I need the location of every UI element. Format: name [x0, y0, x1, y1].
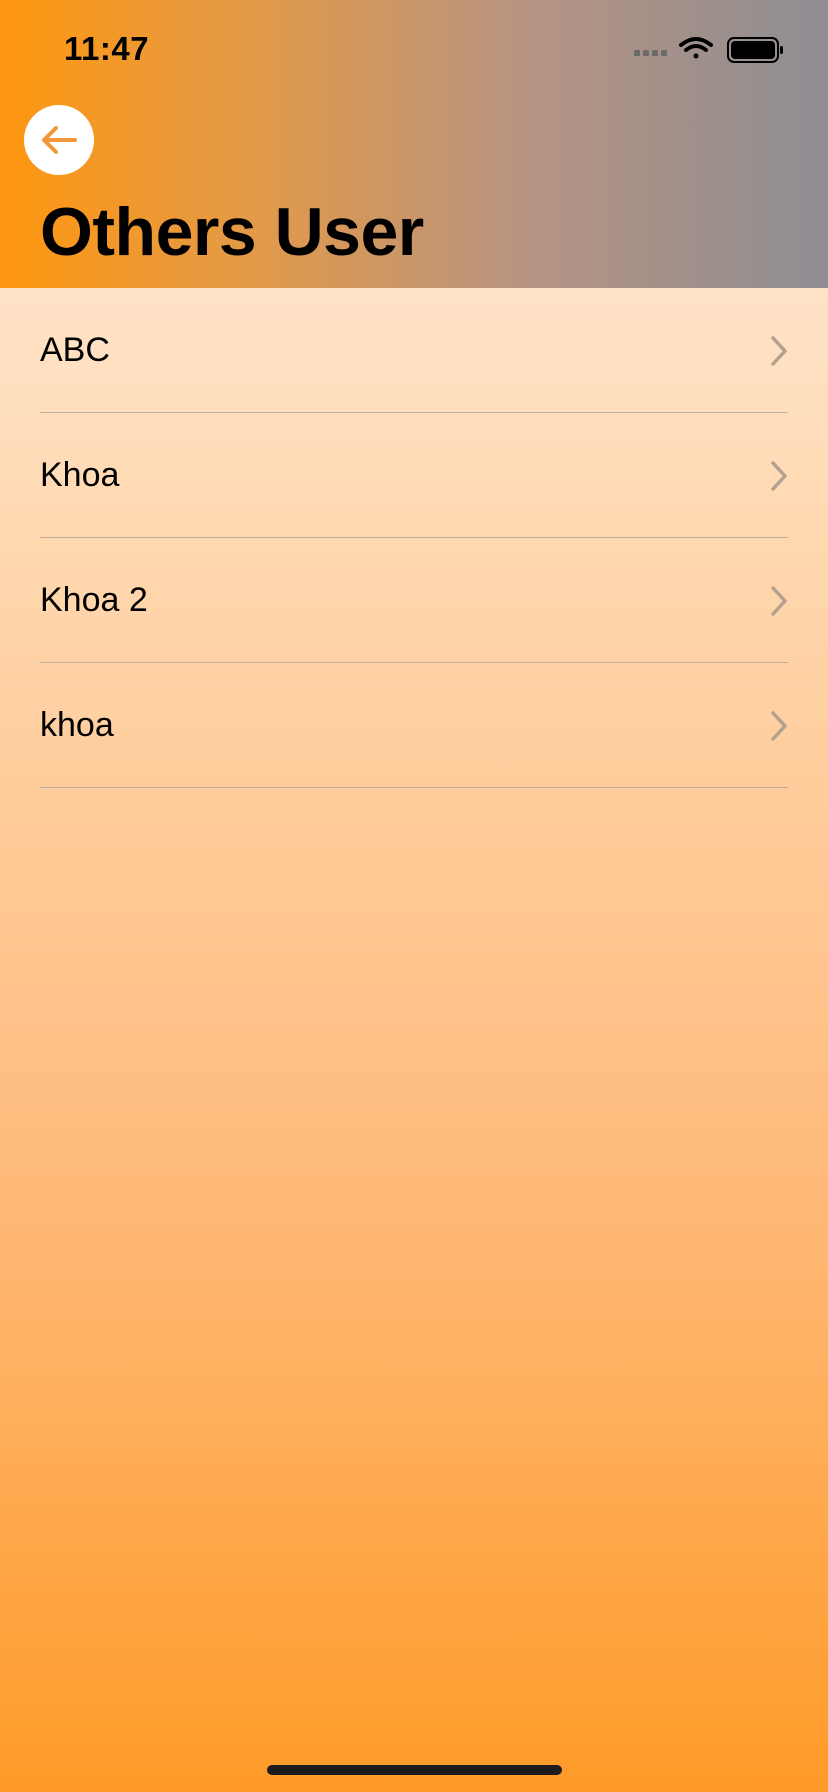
status-time: 11:47 — [64, 30, 150, 67]
user-name: khoa — [40, 706, 114, 744]
status-icons — [634, 37, 783, 63]
back-button[interactable] — [24, 105, 94, 175]
chevron-right-icon — [771, 336, 787, 366]
user-name: Khoa — [40, 456, 120, 494]
battery-icon — [727, 37, 783, 63]
list-item[interactable]: Khoa 2 — [0, 538, 828, 663]
list-item[interactable]: ABC — [0, 288, 828, 413]
list-item[interactable]: khoa — [0, 663, 828, 788]
user-name: Khoa 2 — [40, 581, 148, 619]
user-name: ABC — [40, 331, 110, 369]
divider — [40, 786, 788, 788]
wifi-icon — [679, 37, 713, 59]
home-indicator[interactable] — [267, 1765, 562, 1775]
arrow-left-icon — [42, 126, 77, 154]
user-list: ABC Khoa Khoa 2 khoa — [0, 288, 828, 788]
list-item[interactable]: Khoa — [0, 413, 828, 538]
header: 11:47 Others User — [0, 0, 828, 288]
chevron-right-icon — [771, 711, 787, 741]
chevron-right-icon — [771, 461, 787, 491]
cellular-signal-icon — [634, 50, 667, 56]
page-title: Others User — [40, 194, 424, 270]
chevron-right-icon — [771, 586, 787, 616]
